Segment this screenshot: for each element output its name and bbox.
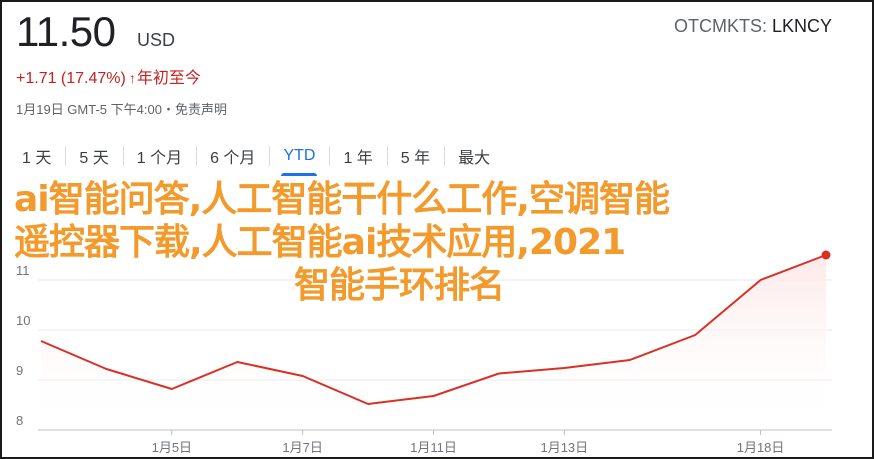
- y-tick-label-8: 8: [16, 413, 23, 428]
- tab-5-days[interactable]: 5 天: [65, 140, 122, 172]
- x-tick-label-4: 1月18日: [737, 440, 785, 455]
- overlay-line-1: ai智能问答,人工智能干什么工作,空调智能: [14, 179, 670, 220]
- overlay-line-2: 遥控器下载,人工智能ai技术应用,2021: [14, 222, 626, 263]
- tab-1-day[interactable]: 1 天: [16, 140, 65, 172]
- arrow-up-icon: ↑: [128, 70, 136, 86]
- symbol-label: LKNCY: [771, 16, 832, 36]
- tab-5-years[interactable]: 5 年: [386, 140, 444, 172]
- y-tick-label-10: 10: [16, 313, 30, 328]
- range-tabs: 1 天 5 天 1 个月 6 个月 YTD 1 年 5 年 最大: [16, 138, 504, 176]
- x-tick-label-1: 1月7日: [282, 440, 322, 455]
- tab-1-year[interactable]: 1 年: [329, 140, 386, 172]
- change-value: +1.71 (17.47%): [16, 70, 126, 87]
- current-price: 11.50: [16, 8, 116, 55]
- x-tick-label-3: 1月13日: [540, 440, 588, 455]
- overlay-line-3: 智能手环排名: [293, 265, 505, 306]
- tab-max[interactable]: 最大: [444, 140, 504, 172]
- watermark-text-overlay: ai智能问答,人工智能干什么工作,空调智能 遥控器下载,人工智能ai技术应用,2…: [14, 178, 784, 307]
- price-change: +1.71 (17.47%) ↑年初至今: [16, 64, 201, 88]
- x-tick-label-0: 1月5日: [152, 440, 192, 455]
- current-price-marker: [821, 250, 831, 260]
- change-period: 年初至今: [136, 70, 201, 87]
- tab-6-months[interactable]: 6 个月: [196, 140, 269, 172]
- ticker-symbol: OTCMKTS: LKNCY: [674, 16, 832, 37]
- tab-ytd[interactable]: YTD: [269, 140, 329, 176]
- x-tick-label-2: 1月11日: [410, 440, 457, 455]
- timestamp-disclaimer[interactable]: 1月19日 GMT-5 下午4:00・免责声明: [16, 99, 227, 118]
- exchange-label: OTCMKTS:: [673, 16, 772, 36]
- currency-label: USD: [137, 30, 176, 50]
- tab-1-month[interactable]: 1 个月: [122, 140, 196, 172]
- y-tick-label-9: 9: [16, 363, 23, 378]
